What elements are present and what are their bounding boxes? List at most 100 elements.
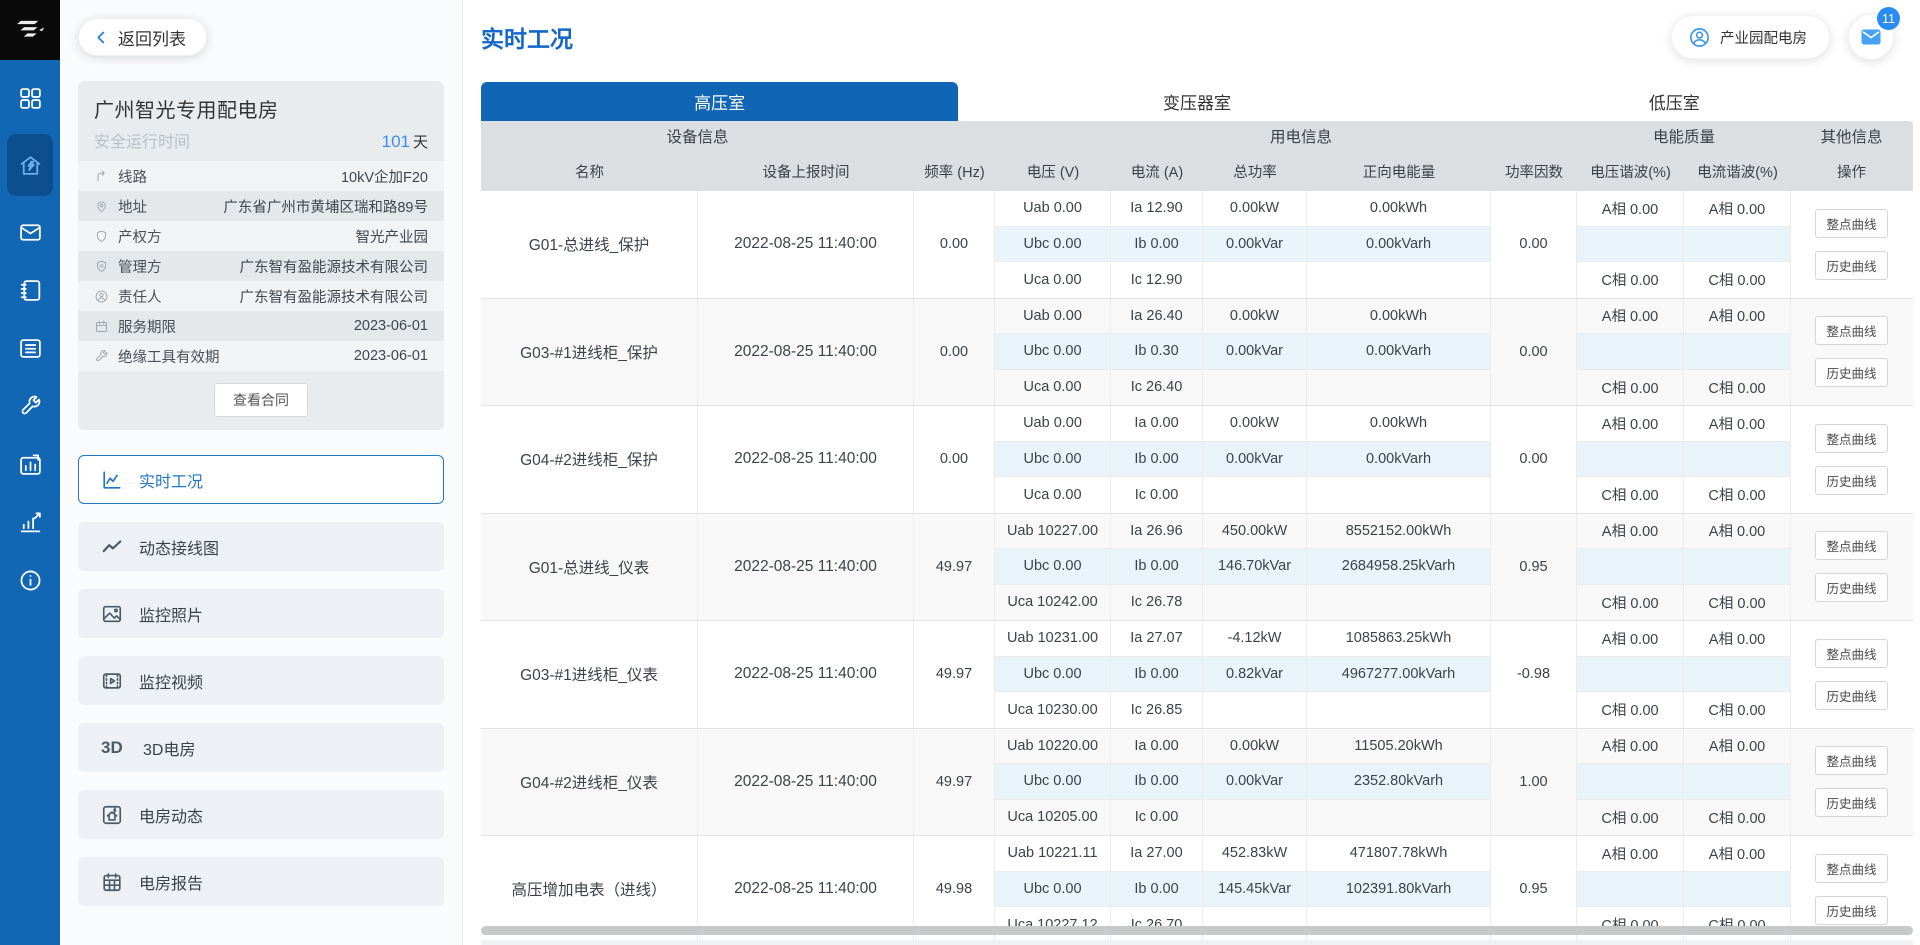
device-row: G01-总进线_仪表2022-08-25 11:40:0049.97Uab 10… — [481, 514, 1913, 622]
menu-item-videos[interactable]: 监控视频 — [78, 656, 444, 705]
horizontal-scrollbar[interactable] — [481, 926, 1913, 935]
user-account-button[interactable]: 产业园配电房 — [1671, 15, 1830, 59]
current-harmonic-cell: A相 0.00 — [1684, 836, 1791, 872]
realtime-chart-icon — [101, 469, 123, 491]
field-label: 绝缘工具有效期 — [118, 346, 220, 367]
sidebar-item-analysis[interactable] — [8, 500, 52, 544]
voltage-cell: Uca 10227.12 — [995, 907, 1111, 943]
hourly-curve-button[interactable]: 整点曲线 — [1815, 746, 1887, 775]
menu-item-room-dynamics[interactable]: 电房动态 — [78, 790, 444, 839]
station-menu: 实时工况 动态接线图 监控照片 监控视频 3D 3D电房 电房动态 — [78, 455, 444, 906]
field-row-responsible: 责任人 广东智有盈能源技术有限公司 — [78, 281, 444, 311]
sidebar-item-about[interactable] — [8, 558, 52, 602]
hourly-curve-button[interactable]: 整点曲线 — [1815, 854, 1887, 883]
row-actions-cell: 整点曲线历史曲线 — [1791, 406, 1912, 513]
menu-item-3d-room[interactable]: 3D 3D电房 — [78, 723, 444, 772]
voltage-harmonic-cell — [1577, 442, 1684, 478]
power-cell: 0.00kW — [1203, 299, 1307, 335]
report-time-cell: 2022-08-25 11:40:00 — [698, 621, 914, 728]
voltage-harmonic-cell: C相 0.00 — [1577, 262, 1684, 298]
field-row-line: 线路 10kV企加F20 — [78, 161, 444, 191]
house-dynamic-icon — [101, 804, 123, 826]
current-cell: Ic 26.85 — [1111, 692, 1203, 728]
power-cell: 0.00kVar — [1203, 764, 1307, 800]
tab-transformer-room[interactable]: 变压器室 — [958, 82, 1435, 121]
current-harmonic-cell: A相 0.00 — [1684, 299, 1791, 335]
sidebar-item-home[interactable] — [7, 134, 53, 196]
current-cell: Ib 0.00 — [1111, 227, 1203, 263]
voltage-cell: Uca 10242.00 — [995, 585, 1111, 621]
voltage-cell: Uab 10220.00 — [995, 729, 1111, 765]
col-header-actions: 操作 — [1791, 151, 1912, 191]
history-curve-button[interactable]: 历史曲线 — [1815, 466, 1887, 495]
route-icon — [94, 169, 109, 184]
notifications-button[interactable]: 11 — [1848, 14, 1894, 60]
view-contract-button[interactable]: 查看合同 — [214, 383, 308, 417]
power-cell: 0.00kW — [1203, 406, 1307, 442]
voltage-harmonic-cell — [1577, 657, 1684, 693]
history-curve-button[interactable]: 历史曲线 — [1815, 681, 1887, 710]
current-cell: Ic 0.00 — [1111, 800, 1203, 836]
tab-high-voltage-room[interactable]: 高压室 — [481, 82, 958, 121]
power-factor-cell: 0.00 — [1491, 191, 1577, 298]
report-time-cell: 2022-08-25 11:40:00 — [698, 299, 914, 406]
hourly-curve-button[interactable]: 整点曲线 — [1815, 424, 1887, 453]
energy-cell: 471807.78kWh — [1307, 836, 1491, 872]
list-icon — [18, 336, 43, 361]
menu-item-photos[interactable]: 监控照片 — [78, 589, 444, 638]
col-header-voltage: 电压 (V) — [995, 151, 1111, 191]
hourly-curve-button[interactable]: 整点曲线 — [1815, 639, 1887, 668]
current-harmonic-cell: A相 0.00 — [1684, 514, 1791, 550]
back-to-list-button[interactable]: 返回列表 — [78, 18, 207, 56]
frequency-cell: 49.97 — [914, 729, 995, 836]
safe-runtime-row: 安全运行时间 101 天 — [78, 123, 444, 161]
info-icon — [18, 568, 43, 593]
sidebar-item-apps[interactable] — [8, 76, 52, 120]
report-time-cell: 2022-08-25 11:40:00 — [698, 406, 914, 513]
current-cell: Ib 0.00 — [1111, 764, 1203, 800]
sidebar-item-records[interactable] — [8, 326, 52, 370]
menu-item-wiring-diagram[interactable]: 动态接线图 — [78, 522, 444, 571]
menu-item-room-reports[interactable]: 电房报告 — [78, 857, 444, 906]
history-curve-button[interactable]: 历史曲线 — [1815, 788, 1887, 817]
voltage-harmonic-cell: A相 0.00 — [1577, 621, 1684, 657]
history-curve-button[interactable]: 历史曲线 — [1815, 251, 1887, 280]
person-icon — [94, 289, 109, 304]
power-cell: 0.00kVar — [1203, 334, 1307, 370]
history-curve-button[interactable]: 历史曲线 — [1815, 896, 1887, 925]
menu-item-label: 3D电房 — [143, 736, 195, 760]
energy-cell — [1307, 370, 1491, 406]
voltage-harmonic-cell: A相 0.00 — [1577, 299, 1684, 335]
voltage-harmonic-cell: C相 0.00 — [1577, 477, 1684, 513]
power-cell: 145.45kVar — [1203, 872, 1307, 908]
sidebar-item-notebook[interactable] — [8, 268, 52, 312]
shield-icon — [94, 229, 109, 244]
field-value: 2023-06-01 — [354, 318, 428, 334]
power-cell: 0.00kW — [1203, 191, 1307, 227]
history-curve-button[interactable]: 历史曲线 — [1815, 358, 1887, 387]
group-header-other-info: 其他信息 — [1791, 121, 1912, 151]
hourly-curve-button[interactable]: 整点曲线 — [1815, 531, 1887, 560]
current-cell: Ic 12.90 — [1111, 262, 1203, 298]
main-sidebar — [0, 0, 60, 945]
hourly-curve-button[interactable]: 整点曲线 — [1815, 316, 1887, 345]
voltage-cell: Uab 10231.00 — [995, 621, 1111, 657]
voltage-harmonic-cell: A相 0.00 — [1577, 406, 1684, 442]
current-harmonic-cell: C相 0.00 — [1684, 692, 1791, 728]
row-actions-cell: 整点曲线历史曲线 — [1791, 514, 1912, 621]
tab-low-voltage-room[interactable]: 低压室 — [1436, 82, 1913, 121]
voltage-harmonic-cell: C相 0.00 — [1577, 585, 1684, 621]
sidebar-item-maintenance[interactable] — [8, 384, 52, 428]
current-cell: Ia 27.00 — [1111, 836, 1203, 872]
hourly-curve-button[interactable]: 整点曲线 — [1815, 209, 1887, 238]
device-row: G04-#2进线柜_保护2022-08-25 11:40:000.00Uab 0… — [481, 406, 1913, 514]
sidebar-item-messages[interactable] — [8, 210, 52, 254]
frequency-cell: 49.97 — [914, 514, 995, 621]
menu-item-realtime[interactable]: 实时工况 — [78, 455, 444, 504]
shield-icon — [94, 259, 109, 274]
current-cell: Ib 0.00 — [1111, 549, 1203, 585]
report-time-cell: 2022-08-25 11:40:00 — [698, 191, 914, 298]
sidebar-item-statistics[interactable] — [8, 442, 52, 486]
report-icon — [101, 871, 123, 893]
history-curve-button[interactable]: 历史曲线 — [1815, 573, 1887, 602]
